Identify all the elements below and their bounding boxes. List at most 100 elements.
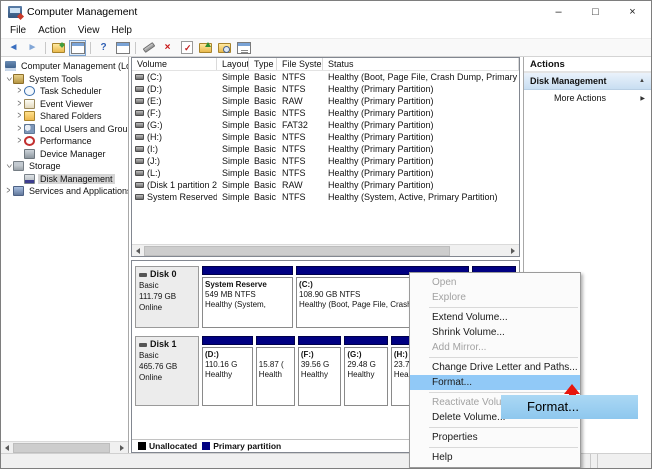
tree-item[interactable]: Computer Management (Local [1,60,128,73]
close-button[interactable]: × [614,2,651,22]
more-actions-item[interactable]: More Actions ▶ [524,90,651,106]
actions-group-disk-management[interactable]: Disk Management ▲ [524,73,651,90]
check-document-icon[interactable] [178,40,195,56]
scroll-left-arrow-icon[interactable] [1,442,13,454]
context-menu-item[interactable] [429,392,578,393]
volume-row[interactable]: (L:) Simple Basic NTFS Healthy (Primary … [132,167,519,179]
disk-icon [139,343,147,347]
chevron-icon[interactable] [14,124,24,134]
storage-icon [13,161,24,171]
screwdriver-icon[interactable] [140,40,157,56]
column-header-layout[interactable]: Layout [217,58,249,70]
show-action-pane-icon[interactable] [114,40,131,56]
context-menu-item[interactable] [429,447,578,448]
chevron-icon[interactable] [14,136,24,146]
volume-list-horizontal-scrollbar[interactable] [132,244,519,256]
menubar-item[interactable]: Action [32,25,72,36]
scroll-right-arrow-icon[interactable] [507,245,519,257]
disk-0-label[interactable]: Disk 0 Basic 111.79 GB Online [135,266,199,328]
toolbar-separator[interactable] [88,40,93,56]
context-menu-item[interactable]: Add Mirror... [410,340,580,355]
toolbar-separator[interactable] [43,40,48,56]
column-header-type[interactable]: Type [249,58,277,70]
minimize-button[interactable]: – [540,2,577,22]
collapse-arrow-icon[interactable]: ▲ [639,78,645,84]
context-menu-item[interactable]: Properties [410,430,580,445]
scroll-right-arrow-icon[interactable] [116,442,128,454]
details-view-icon[interactable] [235,40,252,56]
format-callout: Format... [501,395,638,419]
chevron-icon[interactable] [14,111,24,121]
context-menu-item[interactable] [429,307,578,308]
context-menu-item[interactable]: Extend Volume... [410,310,580,325]
column-header-status[interactable]: Status [323,58,519,70]
context-menu-item[interactable]: Change Drive Letter and Paths... [410,360,580,375]
tree-item[interactable]: Storage [1,160,128,173]
chevron-icon[interactable] [14,99,24,109]
volume-icon [135,86,144,92]
folder-add-icon[interactable] [197,40,214,56]
tree-item[interactable]: System Tools [1,73,128,86]
context-menu-item[interactable]: Explore [410,290,580,305]
delete-volume-icon[interactable]: × [159,40,176,56]
toolbar-separator[interactable] [133,40,138,56]
context-menu-item[interactable]: Shrink Volume... [410,325,580,340]
volume-row[interactable]: (D:) Simple Basic NTFS Healthy (Primary … [132,83,519,95]
volume-row[interactable]: (Disk 1 partition 2) Simple Basic RAW He… [132,179,519,191]
volume-row[interactable]: (C:) Simple Basic NTFS Healthy (Boot, Pa… [132,71,519,83]
scrollbar-thumb[interactable] [13,443,110,453]
chevron-icon[interactable] [14,86,24,96]
actions-header: Actions [524,57,651,73]
context-menu-item[interactable] [429,357,578,358]
partition-box[interactable]: (F:) 39.56 G Healthy [298,336,342,406]
context-menu-item[interactable] [429,427,578,428]
menubar-item[interactable]: File [4,25,32,36]
tree-item[interactable]: Task Scheduler [1,85,128,98]
primary-partition-bar [344,336,388,345]
partition-box[interactable]: (D:) 110.16 G Healthy [202,336,253,406]
chevron-icon[interactable] [3,161,13,171]
folder-search-icon[interactable] [216,40,233,56]
volume-row[interactable]: (H:) Simple Basic NTFS Healthy (Primary … [132,131,519,143]
volume-row[interactable]: (J:) Simple Basic NTFS Healthy (Primary … [132,155,519,167]
show-console-tree-icon[interactable] [69,40,86,56]
tree-item-label: Services and Applications [27,186,128,196]
context-menu-item[interactable]: Format... [410,375,580,390]
volume-row[interactable]: (F:) Simple Basic NTFS Healthy (Primary … [132,107,519,119]
volume-row[interactable]: System Reserved (K:) Simple Basic NTFS H… [132,191,519,203]
menubar-item[interactable]: View [72,25,106,36]
volume-row[interactable]: (E:) Simple Basic RAW Healthy (Primary P… [132,95,519,107]
open-folder-icon[interactable] [50,40,67,56]
menubar-item[interactable]: Help [105,25,138,36]
help-icon[interactable]: ? [95,40,112,56]
window-title: Computer Management [27,6,137,18]
tree-horizontal-scrollbar[interactable] [1,441,128,453]
scrollbar-thumb[interactable] [144,246,450,256]
tree-item-label: Task Scheduler [38,86,104,96]
column-header-filesystem[interactable]: File System [277,58,323,70]
forward-icon[interactable]: ► [24,40,41,56]
partition-box[interactable]: System Reserve 549 MB NTFS Healthy (Syst… [202,266,293,328]
chevron-icon[interactable] [3,186,13,196]
disk-1-label[interactable]: Disk 1 Basic 465.76 GB Online [135,336,199,406]
tree-item-label: Device Manager [38,149,108,159]
partition-box[interactable]: (G:) 29.48 G Healthy [344,336,388,406]
maximize-button[interactable]: □ [577,2,614,22]
tree-item[interactable]: Services and Applications [1,185,128,198]
tree-item[interactable]: Performance [1,135,128,148]
tree-item[interactable]: Shared Folders [1,110,128,123]
column-header-volume[interactable]: Volume [132,58,217,70]
context-menu-item[interactable]: Open [410,275,580,290]
tree-item[interactable]: Disk Management [1,173,128,186]
context-menu-item[interactable]: Help [410,450,580,465]
tree-item[interactable]: Local Users and Groups [1,123,128,136]
tree-item[interactable]: Event Viewer [1,98,128,111]
back-icon[interactable]: ◄ [5,40,22,56]
volume-row[interactable]: (G:) Simple Basic FAT32 Healthy (Primary… [132,119,519,131]
primary-partition-bar [202,336,253,345]
volume-row[interactable]: (I:) Simple Basic NTFS Healthy (Primary … [132,143,519,155]
scroll-left-arrow-icon[interactable] [132,245,144,257]
tree-item[interactable]: Device Manager [1,148,128,161]
chevron-icon[interactable] [3,74,13,84]
partition-box[interactable]: 15.87 ( Health [256,336,295,406]
